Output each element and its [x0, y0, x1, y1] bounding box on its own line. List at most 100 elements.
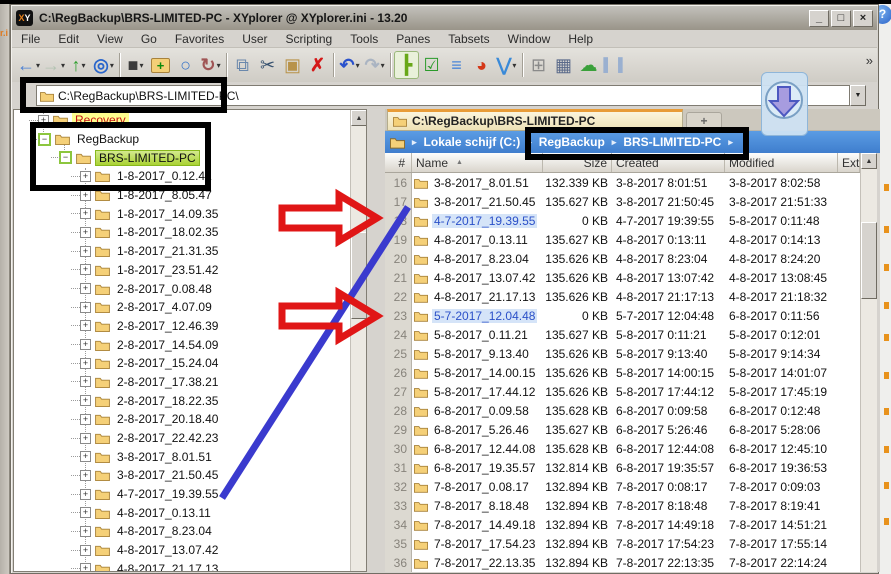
table-row[interactable]: 30 6-8-2017_12.44.08 135.628 KB 6-8-2017…: [385, 439, 860, 458]
tree-expander-icon[interactable]: +: [80, 283, 91, 294]
tree-expander-icon[interactable]: +: [80, 339, 91, 350]
toolbar-button[interactable]: ⧉ ▾: [230, 51, 255, 79]
tree-item[interactable]: + 2-8-2017_12.46.39: [14, 317, 349, 336]
toolbar-button[interactable]: ↷ ▾: [362, 51, 387, 79]
menu-item[interactable]: Panes: [387, 32, 439, 46]
row-name-cell[interactable]: 4-8-2017_8.23.04: [412, 249, 543, 268]
column-header-ext[interactable]: Ext: [838, 153, 860, 172]
toolbar-button[interactable]: ▣ ▾: [280, 51, 305, 79]
tree-expander-icon[interactable]: +: [38, 115, 49, 126]
menu-item[interactable]: User: [233, 32, 276, 46]
tree-expander-icon[interactable]: +: [80, 395, 91, 406]
row-name-cell[interactable]: 5-8-2017_0.11.21: [412, 325, 543, 344]
table-row[interactable]: 27 5-8-2017_17.44.12 135.626 KB 5-8-2017…: [385, 382, 860, 401]
table-row[interactable]: 24 5-8-2017_0.11.21 135.627 KB 5-8-2017 …: [385, 325, 860, 344]
tree-expander-icon[interactable]: +: [80, 320, 91, 331]
tree-item[interactable]: + 4-8-2017_13.07.42: [14, 541, 349, 560]
table-row[interactable]: 31 6-8-2017_19.35.57 132.814 KB 6-8-2017…: [385, 458, 860, 477]
tree-expander-icon[interactable]: +: [80, 246, 91, 257]
tree-item[interactable]: − RegBackup: [14, 130, 349, 149]
toolbar-button[interactable]: → ▾: [41, 51, 66, 79]
toolbar-button[interactable]: ✂ ▾: [255, 51, 280, 79]
row-name-cell[interactable]: 3-8-2017_8.01.51: [412, 173, 543, 192]
chevron-down-icon[interactable]: ▾: [217, 61, 221, 70]
table-row[interactable]: 32 7-8-2017_0.08.17 132.894 KB 7-8-2017 …: [385, 477, 860, 496]
tree-expander-icon[interactable]: +: [80, 433, 91, 444]
tree-item[interactable]: + 2-8-2017_22.42.23: [14, 429, 349, 448]
table-row[interactable]: 17 3-8-2017_21.50.45 135.627 KB 3-8-2017…: [385, 192, 860, 211]
tree-expander-icon[interactable]: +: [80, 451, 91, 462]
row-name-cell[interactable]: 7-8-2017_14.49.18: [412, 515, 543, 534]
tree-expander-icon[interactable]: −: [38, 133, 51, 146]
row-name-cell[interactable]: 7-8-2017_8.18.48: [412, 496, 543, 515]
row-name-cell[interactable]: 4-7-2017_19.39.55: [412, 211, 543, 230]
menu-item[interactable]: Go: [132, 32, 166, 46]
tree-expander-icon[interactable]: +: [80, 208, 91, 219]
toolbar-button[interactable]: ■ ▾: [123, 51, 148, 79]
list-scrollbar[interactable]: ▲: [860, 153, 877, 572]
row-name-cell[interactable]: 5-8-2017_9.13.40: [412, 344, 543, 363]
tree-item[interactable]: + 1-8-2017_18.02.35: [14, 223, 349, 242]
toolbar-button[interactable]: ○ ▾: [173, 51, 198, 79]
toolbar-overflow-button[interactable]: »: [866, 53, 873, 68]
tree-scrollbar-thumb[interactable]: [351, 232, 367, 319]
menu-item[interactable]: Edit: [49, 32, 88, 46]
row-name-cell[interactable]: 7-8-2017_22.13.35: [412, 553, 543, 572]
toolbar-button[interactable]: ┣ ▾: [394, 51, 419, 79]
toolbar-button[interactable]: ☑ ▾: [419, 51, 444, 79]
chevron-down-icon[interactable]: ▾: [381, 61, 385, 70]
tree-item[interactable]: + 2-8-2017_0.08.48: [14, 279, 349, 298]
menu-item[interactable]: Scripting: [277, 32, 342, 46]
table-row[interactable]: 23 5-7-2017_12.04.48 0 KB 5-7-2017 12:04…: [385, 306, 860, 325]
menu-item[interactable]: Help: [559, 32, 602, 46]
toolbar-button[interactable]: ⋁ ▾: [494, 51, 519, 79]
tree-item[interactable]: + 3-8-2017_21.50.45: [14, 466, 349, 485]
menu-item[interactable]: Favorites: [166, 32, 233, 46]
chevron-down-icon[interactable]: ▾: [512, 61, 516, 70]
table-row[interactable]: 26 5-8-2017_14.00.15 135.626 KB 5-8-2017…: [385, 363, 860, 382]
chevron-down-icon[interactable]: ▾: [110, 61, 114, 70]
toolbar-button[interactable]: ← ▾: [16, 51, 41, 79]
table-row[interactable]: 34 7-8-2017_14.49.18 132.894 KB 7-8-2017…: [385, 515, 860, 534]
menu-item[interactable]: Tools: [341, 32, 387, 46]
row-name-cell[interactable]: 5-8-2017_17.44.12: [412, 382, 543, 401]
row-name-cell[interactable]: 7-8-2017_17.54.23: [412, 534, 543, 553]
tree-expander-icon[interactable]: +: [80, 545, 91, 556]
tree-expander-icon[interactable]: +: [80, 190, 91, 201]
tree-item[interactable]: + 3-8-2017_8.01.51: [14, 447, 349, 466]
toolbar-button[interactable]: + ▾: [148, 51, 173, 79]
tree-expander-icon[interactable]: +: [80, 264, 91, 275]
toolbar-button[interactable]: ◕ ▾: [469, 51, 494, 79]
toolbar-button[interactable]: ⊞ ▾: [526, 51, 551, 79]
row-name-cell[interactable]: 6-8-2017_12.44.08: [412, 439, 543, 458]
tree-expander-icon[interactable]: +: [80, 507, 91, 518]
column-header-modified[interactable]: Modified: [725, 153, 838, 172]
tree-item[interactable]: + 4-7-2017_19.39.55: [14, 485, 349, 504]
tree-expander-icon[interactable]: +: [80, 376, 91, 387]
maximize-button[interactable]: □: [831, 10, 851, 27]
toolbar-button[interactable]: ◎ ▾: [91, 51, 116, 79]
toolbar-button[interactable]: ▾: [223, 51, 230, 79]
tree-item[interactable]: + 1-8-2017_8.05.47: [14, 186, 349, 205]
menu-item[interactable]: Tabsets: [439, 32, 498, 46]
toolbar-button[interactable]: ↶ ▾: [337, 51, 362, 79]
tree-item[interactable]: + 1-8-2017_21.31.35: [14, 242, 349, 261]
toolbar-button[interactable]: ▾: [519, 51, 526, 79]
chevron-down-icon[interactable]: ▾: [356, 61, 360, 70]
toolbar-button[interactable]: ↑ ▾: [66, 51, 91, 79]
toolbar-button[interactable]: ≡ ▾: [444, 51, 469, 79]
chevron-down-icon[interactable]: ▾: [61, 61, 65, 70]
row-name-cell[interactable]: 6-8-2017_19.35.57: [412, 458, 543, 477]
column-header-size[interactable]: Size: [543, 153, 612, 172]
tree-expander-icon[interactable]: +: [80, 358, 91, 369]
row-name-cell[interactable]: 7-8-2017_0.08.17: [412, 477, 543, 496]
table-row[interactable]: 18 4-7-2017_19.39.55 0 KB 4-7-2017 19:39…: [385, 211, 860, 230]
close-button[interactable]: ×: [853, 10, 873, 27]
tree-item[interactable]: − BRS-LIMITED-PC: [14, 148, 349, 167]
title-bar[interactable]: XY C:\RegBackup\BRS-LIMITED-PC - XYplore…: [12, 6, 877, 30]
tab-active[interactable]: C:\RegBackup\BRS-LIMITED-PC: [387, 109, 683, 131]
toolbar-button[interactable]: ▾: [387, 51, 394, 79]
tree-expander-icon[interactable]: −: [59, 151, 72, 164]
tree-item[interactable]: + 1-8-2017_23.51.42: [14, 261, 349, 280]
table-row[interactable]: 20 4-8-2017_8.23.04 135.626 KB 4-8-2017 …: [385, 249, 860, 268]
